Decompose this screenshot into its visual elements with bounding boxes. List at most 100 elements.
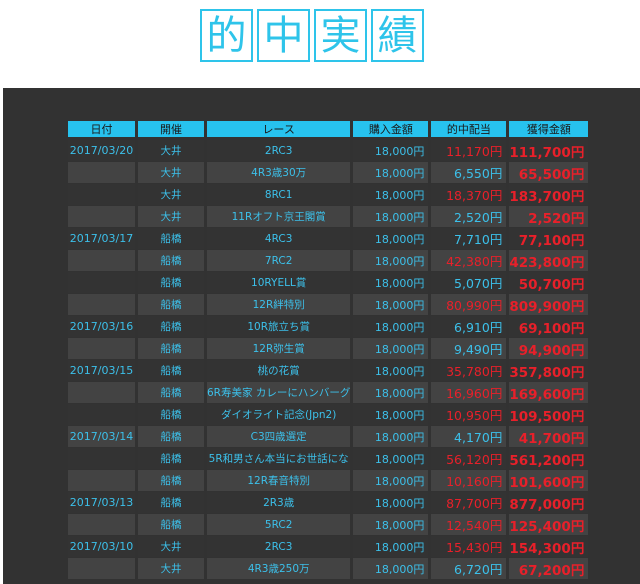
race-cell: 7RC2 xyxy=(207,250,351,272)
purchase-cell: 18,000円 xyxy=(353,470,429,492)
table-row: 2017/03/20 大井 2RC3 18,000円 11,170円 111,700円 xyxy=(68,140,589,162)
race-cell: 8RC1 xyxy=(207,184,351,206)
table-row: 船橋 12R絆特別 18,000円 80,990円 809,900円 xyxy=(68,294,589,316)
venue-cell: 大井 xyxy=(138,162,204,184)
date-cell xyxy=(68,558,135,580)
purchase-cell: 18,000円 xyxy=(353,140,429,162)
payout-cell: 5,070円 xyxy=(431,272,507,294)
header-race: レース xyxy=(207,121,351,140)
payout-cell: 2,520円 xyxy=(431,206,507,228)
payout-cell: 80,990円 xyxy=(431,294,507,316)
table-row: 大井 4R3歳250万 18,000円 6,720円 67,200円 xyxy=(68,558,589,580)
venue-cell: 船橋 xyxy=(138,404,204,426)
race-cell: 5RC2 xyxy=(207,514,351,536)
date-cell xyxy=(68,294,135,316)
payout-cell: 35,780円 xyxy=(431,360,507,382)
gain-cell: 561,200円 xyxy=(509,448,589,470)
race-cell: 2RC3 xyxy=(207,140,351,162)
title-char: 績 xyxy=(371,9,424,62)
race-cell: 10RYELL賞 xyxy=(207,272,351,294)
purchase-cell: 18,000円 xyxy=(353,360,429,382)
venue-cell: 大井 xyxy=(138,536,204,558)
gain-cell: 183,700円 xyxy=(509,184,589,206)
table-row: 2017/03/14 船橋 C3四歳選定 18,000円 4,170円 41,700円 xyxy=(68,426,589,448)
venue-cell: 船橋 xyxy=(138,316,204,338)
payout-cell: 12,540円 xyxy=(431,514,507,536)
table-row: 船橋 5R和男さん本当にお世話にな 18,000円 56,120円 561,200円 xyxy=(68,448,589,470)
payout-cell: 42,380円 xyxy=(431,250,507,272)
race-cell: 12R弥生賞 xyxy=(207,338,351,360)
race-cell: 10R旅立ち賞 xyxy=(207,316,351,338)
gain-cell: 357,800円 xyxy=(509,360,589,382)
date-cell xyxy=(68,404,135,426)
date-cell xyxy=(68,514,135,536)
header-venue: 開催 xyxy=(138,121,204,140)
date-cell xyxy=(68,162,135,184)
gain-cell: 50,700円 xyxy=(509,272,589,294)
date-cell xyxy=(68,272,135,294)
table-row: 船橋 ダイオライト記念(Jpn2) 18,000円 10,950円 109,500円 xyxy=(68,404,589,426)
date-cell xyxy=(68,338,135,360)
purchase-cell: 18,000円 xyxy=(353,382,429,404)
venue-cell: 船橋 xyxy=(138,492,204,514)
payout-cell: 11,170円 xyxy=(431,140,507,162)
payout-cell: 15,430円 xyxy=(431,536,507,558)
date-cell: 2017/03/15 xyxy=(68,360,135,382)
gain-cell: 125,400円 xyxy=(509,514,589,536)
table-row: 船橋 12R春音特別 18,000円 10,160円 101,600円 xyxy=(68,470,589,492)
race-cell: 12R絆特別 xyxy=(207,294,351,316)
table-row: 船橋 6R寿美家 カレーにハンバーグ 18,000円 16,960円 169,600円 xyxy=(68,382,589,404)
venue-cell: 船橋 xyxy=(138,426,204,448)
gain-cell: 67,200円 xyxy=(509,558,589,580)
venue-cell: 船橋 xyxy=(138,228,204,250)
payout-cell: 87,700円 xyxy=(431,492,507,514)
race-cell: 12R春音特別 xyxy=(207,470,351,492)
header-payout: 的中配当 xyxy=(431,121,507,140)
race-cell: 2R3歳 xyxy=(207,492,351,514)
title-char: 中 xyxy=(257,9,310,62)
race-cell: 11Rオフト京王閣賞 xyxy=(207,206,351,228)
venue-cell: 船橋 xyxy=(138,514,204,536)
date-cell xyxy=(68,382,135,404)
date-cell xyxy=(68,206,135,228)
results-table: 日付 開催 レース 購入金額 的中配当 獲得金額 2017/03/20 大井 2RC… xyxy=(65,121,591,580)
table-row: 大井 4R3歳30万 18,000円 6,550円 65,500円 xyxy=(68,162,589,184)
venue-cell: 船橋 xyxy=(138,470,204,492)
payout-cell: 10,950円 xyxy=(431,404,507,426)
payout-cell: 6,910円 xyxy=(431,316,507,338)
purchase-cell: 18,000円 xyxy=(353,492,429,514)
table-row: 大井 8RC1 18,000円 18,370円 183,700円 xyxy=(68,184,589,206)
race-cell: 4R3歳30万 xyxy=(207,162,351,184)
race-cell: 6R寿美家 カレーにハンバーグ xyxy=(207,382,351,404)
date-cell: 2017/03/10 xyxy=(68,536,135,558)
table-header-row: 日付 開催 レース 購入金額 的中配当 獲得金額 xyxy=(68,121,589,140)
gain-cell: 877,000円 xyxy=(509,492,589,514)
gain-cell: 169,600円 xyxy=(509,382,589,404)
venue-cell: 大井 xyxy=(138,206,204,228)
results-panel: 日付 開催 レース 購入金額 的中配当 獲得金額 2017/03/20 大井 2RC… xyxy=(3,88,640,584)
race-cell: ダイオライト記念(Jpn2) xyxy=(207,404,351,426)
venue-cell: 船橋 xyxy=(138,448,204,470)
gain-cell: 2,520円 xyxy=(509,206,589,228)
payout-cell: 56,120円 xyxy=(431,448,507,470)
date-cell xyxy=(68,250,135,272)
purchase-cell: 18,000円 xyxy=(353,294,429,316)
purchase-cell: 18,000円 xyxy=(353,426,429,448)
table-row: 船橋 5RC2 18,000円 12,540円 125,400円 xyxy=(68,514,589,536)
table-row: 2017/03/15 船橋 桃の花賞 18,000円 35,780円 357,800円 xyxy=(68,360,589,382)
purchase-cell: 18,000円 xyxy=(353,404,429,426)
venue-cell: 船橋 xyxy=(138,338,204,360)
table-row: 船橋 7RC2 18,000円 42,380円 423,800円 xyxy=(68,250,589,272)
gain-cell: 423,800円 xyxy=(509,250,589,272)
payout-cell: 6,550円 xyxy=(431,162,507,184)
date-cell: 2017/03/20 xyxy=(68,140,135,162)
table-row: 船橋 10RYELL賞 18,000円 5,070円 50,700円 xyxy=(68,272,589,294)
table-row: 2017/03/10 大井 2RC3 18,000円 15,430円 154,300円 xyxy=(68,536,589,558)
gain-cell: 154,300円 xyxy=(509,536,589,558)
title-char: 的 xyxy=(200,9,253,62)
venue-cell: 船橋 xyxy=(138,382,204,404)
purchase-cell: 18,000円 xyxy=(353,228,429,250)
header-gain: 獲得金額 xyxy=(509,121,589,140)
race-cell: 桃の花賞 xyxy=(207,360,351,382)
payout-cell: 4,170円 xyxy=(431,426,507,448)
